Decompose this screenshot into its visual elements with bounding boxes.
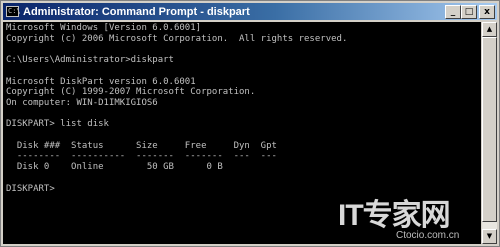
watermark-url: Ctocio.com.cn (396, 230, 460, 241)
console-line: Microsoft Windows [Version 6.0.6001] (6, 23, 202, 33)
command-prompt-icon[interactable]: C:\ (6, 6, 21, 17)
scroll-thumb[interactable] (482, 37, 497, 222)
scroll-up-arrow-icon[interactable]: ▲ (482, 22, 497, 37)
console-line: Disk ### Status Size Free Dyn Gpt (6, 140, 277, 151)
console-line: -------- ---------- ------- ------- --- … (6, 151, 277, 162)
maximize-button[interactable]: □ (461, 5, 477, 19)
console-text: Microsoft Windows [Version 6.0.6001] Cop… (3, 22, 481, 195)
window-title: Administrator: Command Prompt - diskpart (23, 5, 250, 18)
console-line: Copyright (C) 1999-2007 Microsoft Corpor… (6, 87, 256, 98)
console-line: DISKPART> (6, 183, 55, 194)
watermark-logo-text: IT专家网 (338, 199, 451, 232)
console-line: Microsoft DiskPart version 6.0.6001 (6, 76, 196, 87)
console-line: Copyright (c) 2006 Microsoft Corporation… (6, 33, 348, 44)
close-button[interactable]: x (479, 5, 495, 19)
window-controls: _ □ x (445, 5, 495, 19)
minimize-button[interactable]: _ (445, 5, 461, 19)
console-line: On computer: WIN-D1IMKIGIOS6 (6, 97, 158, 108)
console-line: Disk 0 Online 50 GB 0 B (6, 162, 223, 173)
console-line: DISKPART> list disk (6, 119, 109, 130)
title-bar[interactable]: C:\ Administrator: Command Prompt - disk… (3, 3, 497, 20)
console-line: C:\Users\Administrator>diskpart (6, 55, 174, 66)
watermark-logo: IT专家网 Ctocio.com.cn (338, 200, 488, 244)
